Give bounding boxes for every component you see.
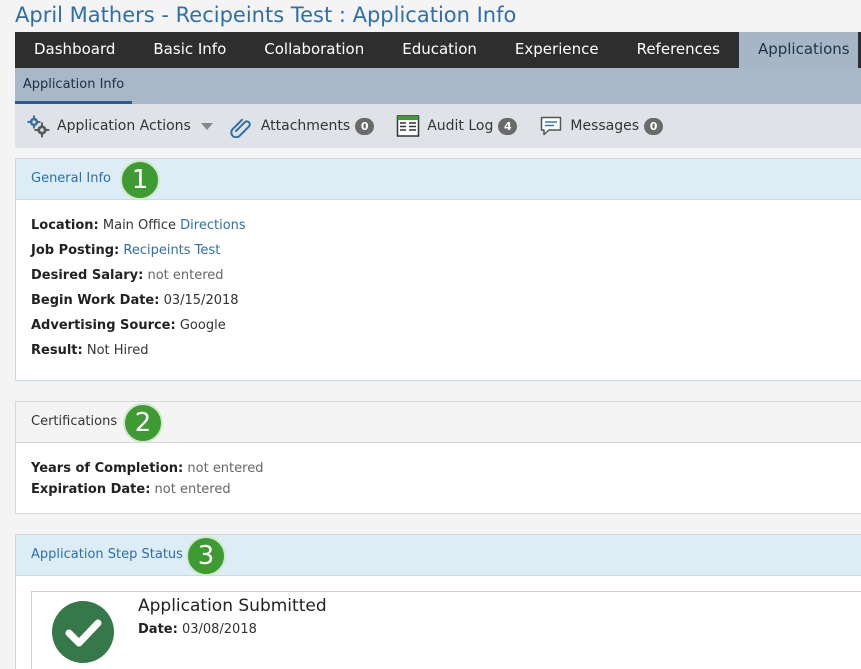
job-posting-link[interactable]: Recipeints Test — [123, 243, 220, 258]
audit-log-count-badge: 4 — [498, 117, 518, 135]
nav-tab-collaboration[interactable]: Collaboration — [245, 32, 383, 68]
years-of-completion-row: Years of Completion: not entered — [31, 458, 846, 479]
desired-salary-value: not entered — [147, 268, 224, 283]
advertising-source-label: Advertising Source: — [31, 318, 176, 333]
application-actions-label: Application Actions — [57, 118, 191, 134]
step-card-application-submitted: Application Submitted Date: 03/08/2018 — [31, 591, 861, 669]
advertising-source-value: Google — [179, 318, 226, 333]
main-nav: Dashboard Basic Info Collaboration Educa… — [15, 32, 861, 68]
general-info-panel: General Info 1 Location: Main Office Dir… — [15, 158, 861, 381]
messages-count-badge: 0 — [644, 117, 664, 135]
page-title: April Mathers - Recipeints Test : Applic… — [15, 3, 517, 27]
speech-bubble-icon — [539, 114, 563, 138]
subnav-tab-application-info[interactable]: Application Info — [15, 68, 132, 104]
step-number-badge: 2 — [123, 403, 163, 443]
nav-tab-applications[interactable]: Applications — [738, 32, 858, 68]
expiration-date-value: not entered — [154, 482, 231, 497]
step-number-badge: 1 — [120, 160, 160, 200]
sub-nav: Application Info — [15, 68, 861, 104]
location-label: Location: — [31, 218, 99, 233]
expiration-date-label: Expiration Date: — [31, 482, 151, 497]
audit-log-label: Audit Log — [427, 118, 494, 134]
result-label: Result: — [31, 343, 83, 358]
audit-log-button[interactable]: Audit Log 4 — [396, 114, 518, 138]
result-value: Not Hired — [86, 343, 149, 358]
step-date: Date: 03/08/2018 — [138, 622, 257, 637]
job-posting-row: Job Posting: Recipeints Test — [31, 238, 846, 263]
expiration-date-row: Expiration Date: not entered — [31, 479, 846, 500]
messages-button[interactable]: Messages 0 — [539, 114, 664, 138]
gears-icon — [26, 114, 50, 138]
attachments-count-badge: 0 — [355, 117, 375, 135]
application-step-status-title: Application Step Status — [31, 547, 183, 562]
desired-salary-label: Desired Salary: — [31, 268, 144, 283]
application-step-status-header: Application Step Status 3 — [16, 535, 861, 576]
messages-label: Messages — [570, 118, 640, 134]
certifications-title: Certifications — [31, 414, 118, 429]
years-of-completion-label: Years of Completion: — [31, 461, 184, 476]
nav-tab-education[interactable]: Education — [383, 32, 496, 68]
location-row: Location: Main Office Directions — [31, 213, 846, 238]
nav-tab-basic-info[interactable]: Basic Info — [134, 32, 245, 68]
paperclip-icon — [230, 114, 254, 139]
attachments-label: Attachments — [260, 118, 351, 134]
checkmark-icon — [52, 601, 114, 663]
ledger-icon — [396, 114, 420, 138]
years-of-completion-value: not entered — [187, 461, 264, 476]
step-number-badge: 3 — [186, 536, 226, 576]
general-info-header: General Info 1 — [16, 159, 861, 200]
toolbar: Application Actions Attachments 0 Audit … — [15, 104, 861, 148]
certifications-panel: Certifications 2 Years of Completion: no… — [15, 401, 861, 514]
step-title: Application Submitted — [138, 596, 327, 616]
nav-tab-references[interactable]: References — [618, 32, 739, 68]
general-info-body: Location: Main Office Directions Job Pos… — [16, 200, 861, 363]
begin-work-date-value: 03/15/2018 — [163, 293, 239, 308]
certifications-header: Certifications 2 — [16, 402, 861, 443]
result-row: Result: Not Hired — [31, 338, 846, 363]
step-date-value: 03/08/2018 — [181, 622, 257, 637]
nav-tab-experience[interactable]: Experience — [496, 32, 618, 68]
desired-salary-row: Desired Salary: not entered — [31, 263, 846, 288]
directions-link[interactable]: Directions — [180, 218, 246, 233]
nav-tab-dashboard[interactable]: Dashboard — [15, 32, 134, 68]
begin-work-date-label: Begin Work Date: — [31, 293, 160, 308]
application-actions-menu[interactable]: Application Actions — [26, 114, 213, 138]
certifications-body: Years of Completion: not entered Expirat… — [16, 443, 861, 500]
attachments-button[interactable]: Attachments 0 — [230, 114, 375, 139]
advertising-source-row: Advertising Source: Google — [31, 313, 846, 338]
chevron-down-icon — [200, 122, 213, 130]
general-info-title: General Info — [31, 171, 111, 186]
application-step-status-panel: Application Step Status 3 Application Su… — [15, 534, 861, 669]
location-value: Main Office — [102, 218, 177, 233]
job-posting-label: Job Posting: — [31, 243, 120, 258]
begin-work-date-row: Begin Work Date: 03/15/2018 — [31, 288, 846, 313]
step-date-label: Date: — [138, 622, 178, 637]
